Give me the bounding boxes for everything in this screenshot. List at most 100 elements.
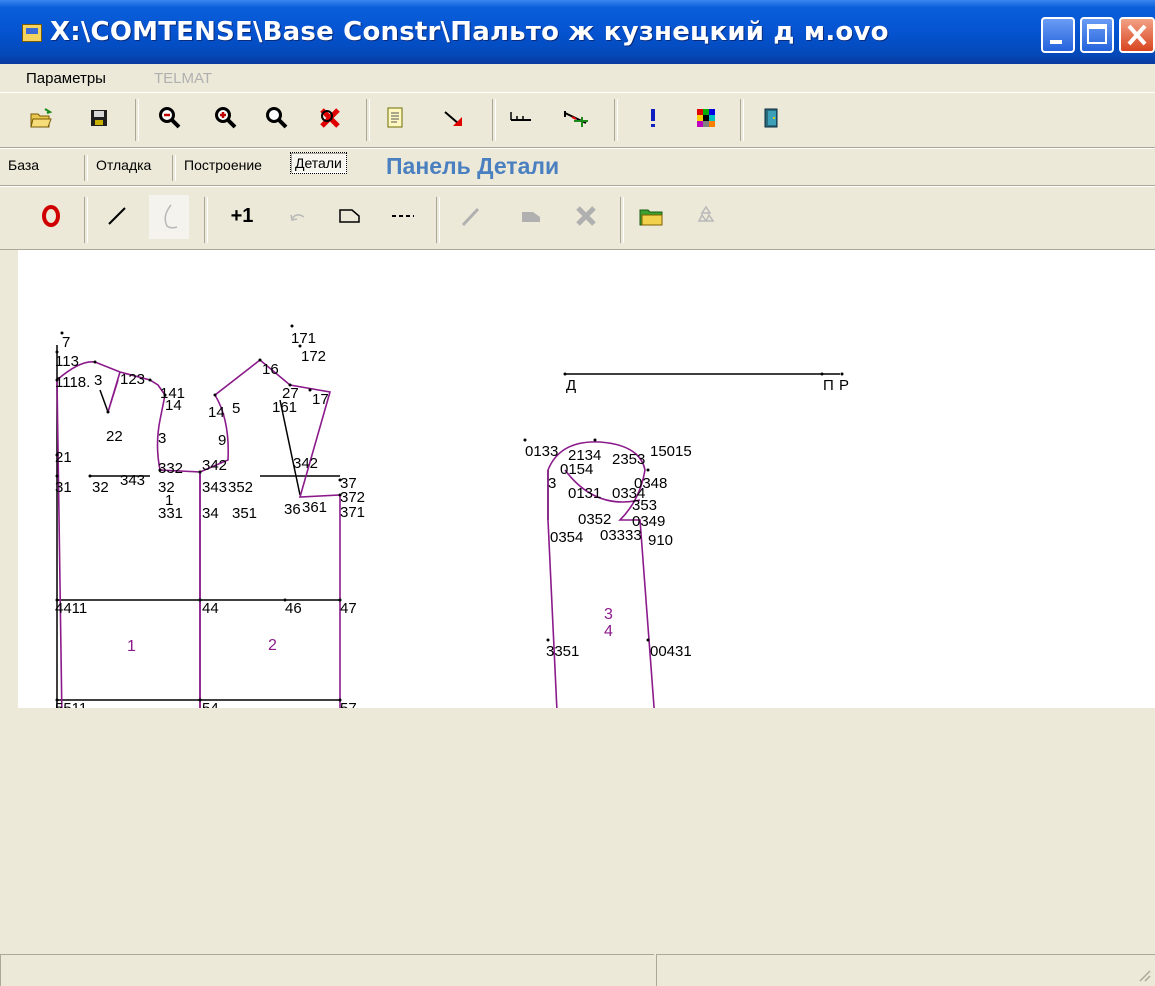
application-window: X:\COMTENSE\Base Constr\Пальто ж кузнецк… bbox=[0, 0, 1155, 986]
point-label: П bbox=[823, 377, 834, 394]
outline-shape-icon bbox=[339, 209, 360, 223]
delete-x-button[interactable] bbox=[573, 203, 599, 229]
toolbar-separator bbox=[614, 99, 618, 141]
status-pane-left bbox=[0, 954, 654, 986]
point-label: 54 bbox=[202, 700, 219, 708]
dart-outline bbox=[107, 371, 121, 413]
details-toolbar: +1 bbox=[0, 186, 1155, 250]
point-label: 22 bbox=[106, 428, 123, 445]
pointer-button[interactable] bbox=[440, 105, 466, 131]
point-label: 3 bbox=[94, 372, 102, 389]
open-folder-icon bbox=[30, 108, 53, 128]
dotted-line-button[interactable] bbox=[390, 203, 416, 229]
point-label: 343 bbox=[120, 472, 145, 489]
toolbar-separator bbox=[84, 197, 88, 243]
palette-button[interactable] bbox=[693, 105, 719, 131]
point-labels: 7 113 1118. 3 123 141 14 22 3 21 31 32 3… bbox=[55, 330, 849, 931]
point-label: 0131 bbox=[568, 485, 601, 502]
point-label: 16 bbox=[262, 361, 279, 378]
measure-line-button[interactable] bbox=[508, 103, 534, 129]
main-toolbar bbox=[0, 92, 1155, 148]
point-label: 15015 bbox=[650, 443, 692, 460]
menu-bar: Параметры TELMAT bbox=[0, 64, 1155, 93]
point-label: 00431 bbox=[650, 643, 692, 660]
green-folder-icon bbox=[639, 209, 663, 226]
point-label: Р bbox=[839, 377, 849, 394]
zoom-fit-button[interactable] bbox=[264, 105, 290, 131]
maximize-button[interactable] bbox=[1080, 17, 1114, 53]
point-label: 21 bbox=[55, 449, 72, 466]
menu-telmat[interactable]: TELMAT bbox=[154, 70, 212, 87]
open-folder-button[interactable] bbox=[28, 105, 54, 131]
undo-button[interactable] bbox=[285, 205, 311, 231]
tab-construction[interactable]: Построение bbox=[180, 154, 266, 176]
green-folder-button[interactable] bbox=[638, 203, 664, 229]
piece-number-2: 2 bbox=[268, 637, 277, 654]
recycle-button[interactable] bbox=[693, 203, 719, 229]
title-bar[interactable]: X:\COMTENSE\Base Constr\Пальто ж кузнецк… bbox=[0, 0, 1155, 64]
zoom-fit-icon bbox=[266, 107, 288, 129]
window-title: X:\COMTENSE\Base Constr\Пальто ж кузнецк… bbox=[50, 17, 889, 47]
toolbar-separator bbox=[740, 99, 744, 141]
point-label: 5511 bbox=[55, 700, 87, 708]
point-label: 4411 bbox=[55, 600, 87, 617]
point-label: 14 bbox=[165, 397, 182, 414]
undo-disabled-icon bbox=[290, 214, 305, 221]
point-label: 34 bbox=[202, 505, 219, 522]
point-label: 332 bbox=[158, 460, 183, 477]
tab-base[interactable]: База bbox=[4, 154, 43, 176]
status-bar bbox=[0, 946, 1155, 986]
app-icon[interactable] bbox=[22, 24, 42, 42]
toolbar-separator bbox=[620, 197, 624, 243]
dotted-line-icon bbox=[392, 215, 414, 217]
pointer-arrow-icon bbox=[444, 111, 462, 126]
save-disk-icon bbox=[91, 110, 107, 126]
piece-number-4: 4 bbox=[604, 623, 613, 640]
point-label: 36 bbox=[284, 501, 301, 518]
toolbar-separator bbox=[436, 197, 440, 243]
zoom-in-button[interactable] bbox=[213, 105, 239, 131]
menu-parameters[interactable]: Параметры bbox=[26, 70, 106, 87]
minimize-button[interactable] bbox=[1041, 17, 1075, 53]
point-label: 0352 bbox=[578, 511, 611, 528]
point-label: 0348 bbox=[634, 475, 667, 492]
point-label: 342 bbox=[202, 457, 227, 474]
line-button[interactable] bbox=[104, 203, 130, 229]
info-button[interactable] bbox=[640, 105, 666, 131]
save-button[interactable] bbox=[86, 105, 112, 131]
drawing-canvas[interactable]: 7 113 1118. 3 123 141 14 22 3 21 31 32 3… bbox=[18, 250, 1155, 931]
exit-door-icon bbox=[764, 108, 778, 128]
curve-button[interactable] bbox=[149, 195, 189, 239]
status-pane-right bbox=[656, 954, 1155, 986]
document-button[interactable] bbox=[382, 105, 408, 131]
tab-debug[interactable]: Отладка bbox=[92, 154, 155, 176]
point-label: 361 bbox=[302, 499, 327, 516]
zoom-out-button[interactable] bbox=[157, 105, 183, 131]
point-label: 7 bbox=[62, 334, 70, 351]
point-label: 371 bbox=[340, 504, 365, 521]
resize-grip-icon[interactable] bbox=[1137, 968, 1151, 982]
exit-button[interactable] bbox=[758, 105, 784, 131]
point-label: 123 bbox=[120, 371, 145, 388]
point-label: 32 bbox=[92, 479, 109, 496]
point-label: 44 bbox=[202, 600, 219, 617]
pattern-drawing[interactable]: 7 113 1118. 3 123 141 14 22 3 21 31 32 3… bbox=[18, 250, 1155, 931]
red-o-button[interactable] bbox=[38, 203, 64, 229]
point-label: 171 bbox=[291, 330, 316, 347]
pencil-button[interactable] bbox=[458, 203, 484, 229]
close-button[interactable] bbox=[1119, 17, 1155, 53]
fill-button[interactable] bbox=[518, 203, 544, 229]
plus-one-button[interactable]: +1 bbox=[225, 203, 259, 229]
delete-x-disabled-icon bbox=[576, 206, 596, 226]
zoom-in-icon bbox=[215, 107, 237, 129]
point-label: 0133 bbox=[525, 443, 558, 460]
point-label: 2353 bbox=[612, 451, 645, 468]
point-label: 1118. bbox=[55, 374, 90, 391]
tab-details[interactable]: Детали bbox=[290, 152, 347, 174]
left-border bbox=[0, 250, 18, 708]
piece-number-1: 1 bbox=[127, 638, 136, 655]
point-label: 0154 bbox=[560, 461, 593, 478]
delete-button[interactable] bbox=[317, 105, 343, 131]
measure-angle-button[interactable] bbox=[562, 103, 588, 129]
outline-shape-button[interactable] bbox=[337, 203, 363, 229]
